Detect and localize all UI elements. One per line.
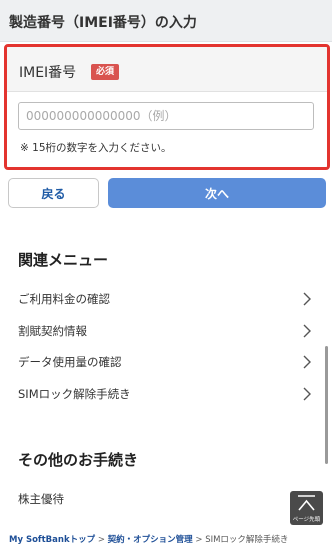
menu-item-label: ご利用料金の確認 — [18, 292, 110, 306]
other-procedures-title: その他のお手続き — [18, 451, 139, 469]
menu-item-label: SIMロック解除手続き — [18, 387, 131, 401]
chevron-right-icon — [303, 292, 311, 306]
breadcrumb-separator: > — [97, 535, 105, 545]
breadcrumb-item-contract[interactable]: 契約・オプション管理 — [108, 535, 193, 545]
menu-item-label: データ使用量の確認 — [18, 355, 122, 369]
breadcrumb: My SoftBankトップ > 契約・オプション管理 > SIMロック解除手続… — [9, 533, 288, 545]
page-title: 製造番号（IMEI番号）の入力 — [9, 15, 197, 31]
page-top-button[interactable]: ページ先頭 — [290, 491, 323, 525]
imei-field-header: IMEI番号 必須 — [7, 47, 327, 92]
menu-item-sim-unlock[interactable]: SIMロック解除手続き — [0, 378, 332, 410]
imei-field-body: ※ 15桁の数字を入力ください。 — [7, 92, 327, 167]
scrollbar[interactable] — [325, 346, 328, 464]
related-menu-title: 関連メニュー — [18, 251, 109, 269]
breadcrumb-item-current: SIMロック解除手続き — [205, 535, 289, 545]
chevron-right-icon — [303, 355, 311, 369]
imei-input[interactable] — [18, 102, 314, 130]
back-button[interactable]: 戻る — [8, 178, 99, 208]
imei-input-section: IMEI番号 必須 ※ 15桁の数字を入力ください。 — [4, 44, 330, 170]
menu-item-label: 割賦契約情報 — [18, 324, 87, 338]
chevron-right-icon — [303, 324, 311, 338]
breadcrumb-separator: > — [195, 535, 203, 545]
menu-item-shareholder-benefits[interactable]: 株主優待 — [0, 483, 280, 515]
menu-item-usage-charges[interactable]: ご利用料金の確認 — [0, 283, 332, 315]
arrow-up-icon — [298, 495, 315, 511]
chevron-right-icon — [303, 387, 311, 401]
required-badge: 必須 — [91, 64, 120, 80]
imei-label: IMEI番号 — [19, 65, 77, 81]
page-header: 製造番号（IMEI番号）の入力 — [0, 0, 332, 42]
imei-input-note: ※ 15桁の数字を入力ください。 — [20, 142, 172, 154]
menu-item-label: 株主優待 — [18, 492, 64, 506]
breadcrumb-item-top[interactable]: My SoftBankトップ — [9, 535, 95, 545]
menu-item-installment-info[interactable]: 割賦契約情報 — [0, 315, 332, 347]
page-top-label: ページ先頭 — [292, 517, 321, 523]
next-button[interactable]: 次へ — [108, 178, 326, 208]
menu-item-data-usage[interactable]: データ使用量の確認 — [0, 346, 332, 378]
